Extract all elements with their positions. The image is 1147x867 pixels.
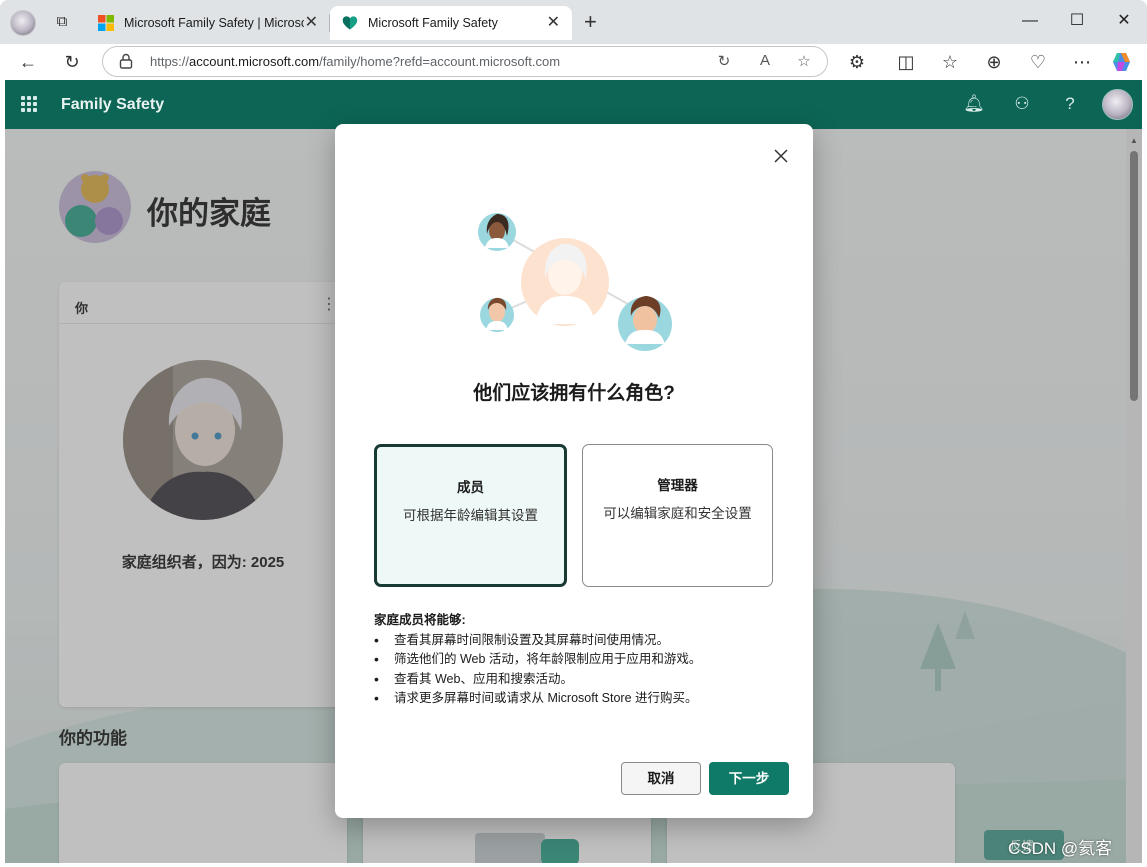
role-option-member[interactable]: 成员 可根据年龄编辑其设置 [374,444,567,587]
role-dialog: 他们应该拥有什么角色? 成员 可根据年龄编辑其设置 管理器 可以编辑家庭和安全设… [335,124,813,818]
tab-family-safety-account[interactable]: Microsoft Family Safety | Microsoft ✕ [86,6,330,40]
back-arrow-icon[interactable]: ← [14,49,42,75]
family-settings-icon[interactable]: ⚇ [1011,93,1033,115]
abilities-title: 家庭成员将能够: [374,613,466,627]
help-icon[interactable]: ? [1059,93,1081,115]
copilot-icon[interactable] [1111,51,1135,73]
more-options-icon[interactable]: ⋯ [1068,49,1096,75]
cancel-button[interactable]: 取消 [621,762,701,795]
url-text: https://account.microsoft.com/family/hom… [150,54,561,69]
dialog-question: 他们应该拥有什么角色? [473,383,675,404]
close-window-icon[interactable]: ✕ [1109,8,1139,34]
address-bar[interactable]: https://account.microsoft.com/family/hom… [102,46,828,77]
family-members-illustration [478,213,672,351]
app-launcher-icon[interactable] [21,96,37,112]
role-description: 可根据年龄编辑其设置 [403,508,538,523]
abilities-section: 家庭成员将能够: 查看其屏幕时间限制设置及其屏幕时间使用情况。 筛选他们的 We… [374,611,784,709]
tab-family-safety[interactable]: Microsoft Family Safety ✕ [330,6,572,40]
new-tab-button[interactable]: + [584,10,597,34]
browser-essentials-icon[interactable]: ♡ [1024,49,1052,75]
browser-toolbar: ← ↻ https://account.microsoft.com/family… [0,44,1147,80]
browser-tab-strip: ⧉ Microsoft Family Safety | Microsoft ✕ … [0,0,1147,44]
collections-icon[interactable]: ⊕ [980,49,1008,75]
app-header: Family Safety 🔔︎ ⚇ ? [5,80,1142,129]
list-item: 筛选他们的 Web 活动，将年龄限制应用于应用和游戏。 [374,650,784,670]
workspaces-icon[interactable]: ⧉ [52,12,72,32]
role-option-organizer[interactable]: 管理器 可以编辑家庭和安全设置 [582,444,773,587]
list-item: 查看其 Web、应用和搜索活动。 [374,670,784,690]
abilities-list: 查看其屏幕时间限制设置及其屏幕时间使用情况。 筛选他们的 Web 活动，将年龄限… [374,631,784,709]
role-description: 可以编辑家庭和安全设置 [603,506,752,521]
app-title[interactable]: Family Safety [61,96,164,114]
watermark: CSDN @氦客 [1008,839,1113,858]
tab-title: Microsoft Family Safety | Microsoft [124,16,304,30]
refresh-icon[interactable]: ↻ [58,49,86,75]
microsoft-logo-icon [98,15,114,31]
favorite-star-icon[interactable]: ☆ [793,52,815,70]
read-aloud-icon[interactable]: A [754,52,776,69]
edge-refresh-icon[interactable]: ↻ [713,52,735,70]
minimize-icon[interactable]: — [1015,8,1045,34]
role-name: 管理器 [657,478,698,493]
close-tab-icon[interactable]: ✕ [305,14,318,32]
next-button[interactable]: 下一步 [709,762,789,795]
list-item: 请求更多屏幕时间或请求从 Microsoft Store 进行购买。 [374,689,784,709]
role-name: 成员 [457,480,484,495]
lock-icon [119,53,133,69]
list-item: 查看其屏幕时间限制设置及其屏幕时间使用情况。 [374,631,784,651]
profile-avatar[interactable] [10,10,36,36]
family-safety-heart-icon [342,16,358,30]
extensions-icon[interactable]: ⚙ [843,49,871,75]
split-screen-icon[interactable]: ◫ [892,49,920,75]
tab-title: Microsoft Family Safety [368,16,498,30]
close-icon[interactable] [771,146,791,166]
maximize-icon[interactable]: ☐ [1062,8,1092,34]
notifications-bell-icon[interactable]: 🔔︎ [963,93,985,115]
account-avatar[interactable] [1102,89,1133,120]
favorites-icon[interactable]: ☆ [936,49,964,75]
close-tab-icon[interactable]: ✕ [547,14,560,32]
